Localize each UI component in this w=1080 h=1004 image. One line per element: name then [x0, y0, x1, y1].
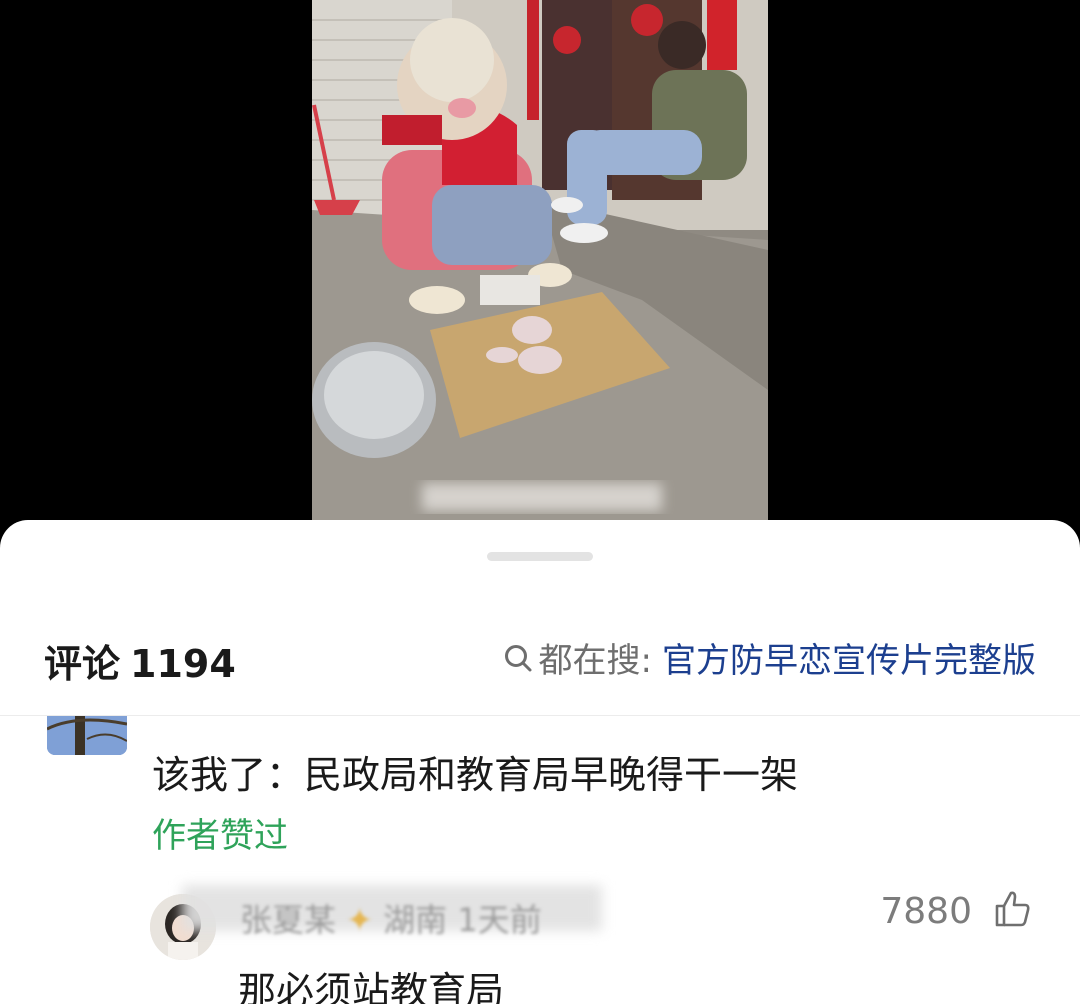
drag-handle[interactable] [487, 552, 593, 561]
like-count: 7880 [880, 891, 972, 932]
reply-meta: 张夏某 ✦ 湖南 1天前 [182, 885, 602, 941]
author-liked-badge: 作者赞过 [152, 816, 288, 856]
comment-text: 该我了：民政局和教育局早晚得干一架 [152, 753, 799, 797]
comment-label-text: 评论 [44, 642, 121, 686]
comment-header: 评论 1194 都在搜: 官方防早恋宣传片完整版 [0, 615, 1080, 716]
comment-count: 1194 [130, 642, 236, 686]
video-thumbnail [312, 0, 768, 520]
video-frame[interactable] [312, 0, 768, 520]
reply-text: 那必须站教育局 [238, 969, 505, 1004]
comment-title: 评论 1194 [44, 633, 236, 688]
search-icon [504, 644, 532, 671]
search-term-link[interactable]: 官方防早恋宣传片完整版 [662, 633, 1036, 682]
video-player[interactable] [0, 0, 1080, 520]
comment-sheet[interactable]: 评论 1194 都在搜: 官方防早恋宣传片完整版 该我了：民政局和教育局早晚得干一… [0, 520, 1080, 1004]
reply-username[interactable]: 张夏某 [240, 901, 336, 939]
search-prefix: 都在搜: [538, 641, 652, 681]
thumbs-up-icon[interactable] [992, 889, 1032, 929]
reply-location: 湖南 [383, 901, 448, 939]
reply-time: 1天前 [457, 901, 542, 939]
comment-list[interactable]: 该我了：民政局和教育局早晚得干一架 作者赞过 张夏某 ✦ 湖南 1天前 7880… [0, 709, 1080, 1004]
trending-search[interactable]: 都在搜: 官方防早恋宣传片完整版 [503, 633, 1036, 682]
fan-badge-icon: ✦ [346, 901, 373, 939]
